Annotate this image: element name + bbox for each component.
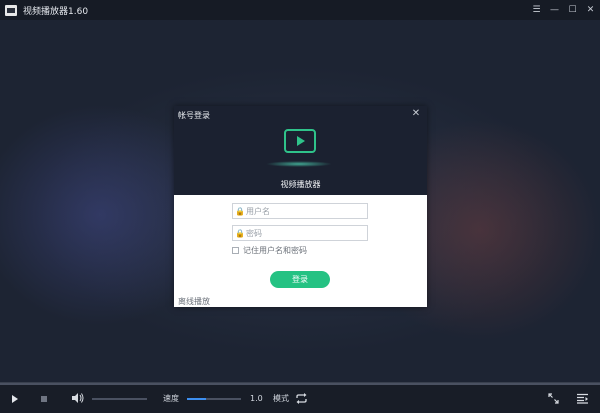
password-field[interactable]: 🔒 [232,225,368,241]
title-bar: 视频播放器1.60 ☰ — ☐ ✕ [0,0,600,20]
remember-checkbox[interactable]: 记住用户名和密码 [232,245,307,256]
mode-label: 模式 [273,394,289,403]
volume-slider[interactable] [92,398,147,400]
speed-slider-fill [187,398,206,400]
user-lock-icon: 🔒 [235,206,245,216]
login-dialog: 帐号登录 ✕ 视频播放器 🔒 🔒 记住用户名和密码 登录 离线播放 [174,106,427,307]
playlist-icon[interactable] [577,393,588,404]
brand-name: 视频播放器 [280,180,321,189]
speed-value: 1.0 [250,394,263,403]
login-button[interactable]: 登录 [270,271,330,288]
menu-icon[interactable]: ☰ [528,0,545,20]
progress-bar[interactable] [0,383,600,385]
speed-slider[interactable] [187,398,241,400]
minimize-icon[interactable]: — [546,0,563,20]
play-icon[interactable] [12,395,18,403]
username-input[interactable] [246,206,364,216]
password-lock-icon: 🔒 [235,228,245,238]
play-logo-icon [284,129,316,153]
remember-label: 记住用户名和密码 [243,246,307,255]
dialog-title: 帐号登录 [178,111,210,120]
logo-glow [266,161,332,167]
stop-icon[interactable] [41,396,47,402]
dialog-close-icon[interactable]: ✕ [411,109,421,119]
app-title: 视频播放器1.60 [23,6,89,17]
loop-mode-icon[interactable] [295,393,308,404]
app-logo-icon [5,4,17,16]
close-icon[interactable]: ✕ [582,0,599,20]
control-bar: 速度 1.0 模式 [0,382,600,413]
offline-play-link[interactable]: 离线播放 [178,296,210,307]
maximize-icon[interactable]: ☐ [564,0,581,20]
password-input[interactable] [246,228,364,238]
window-controls: ☰ — ☐ ✕ [528,0,600,20]
volume-icon[interactable] [72,393,84,403]
checkbox-icon[interactable] [232,247,239,254]
dialog-header: 帐号登录 ✕ 视频播放器 [174,106,427,195]
username-field[interactable]: 🔒 [232,203,368,219]
fullscreen-icon[interactable] [548,393,559,404]
speed-label: 速度 [163,394,179,403]
